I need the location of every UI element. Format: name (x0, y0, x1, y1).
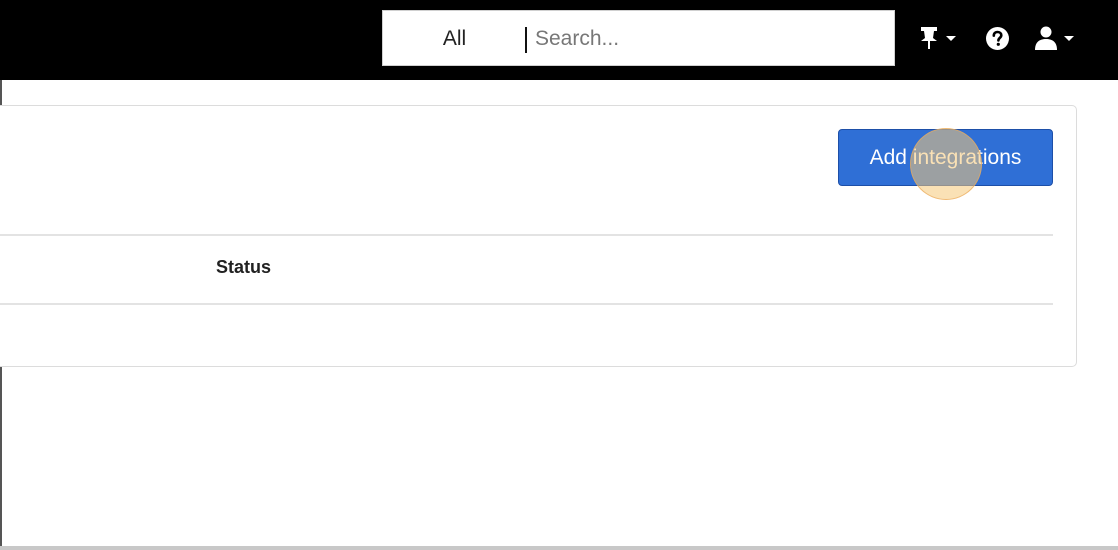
top-navigation-bar: All (0, 0, 1118, 80)
table-header-divider (0, 303, 1053, 305)
help-icon (986, 26, 1009, 50)
chevron-down-icon (1064, 35, 1074, 41)
search-scope-label: All (442, 27, 467, 50)
help-button[interactable] (985, 22, 1010, 54)
add-integrations-button[interactable]: Add integrations (838, 129, 1053, 186)
search-box: All (382, 10, 895, 66)
search-scope-dropdown[interactable]: All (383, 11, 526, 67)
table-top-divider (0, 234, 1053, 236)
user-menu[interactable] (1034, 22, 1074, 54)
bottom-scroll-edge (0, 546, 1118, 550)
column-header-status: Status (216, 257, 272, 277)
chevron-down-icon (946, 35, 956, 41)
pin-menu[interactable] (918, 22, 956, 54)
user-icon (1035, 26, 1057, 50)
search-divider (525, 27, 527, 53)
search-input[interactable] (533, 19, 883, 59)
pin-icon (921, 27, 937, 49)
